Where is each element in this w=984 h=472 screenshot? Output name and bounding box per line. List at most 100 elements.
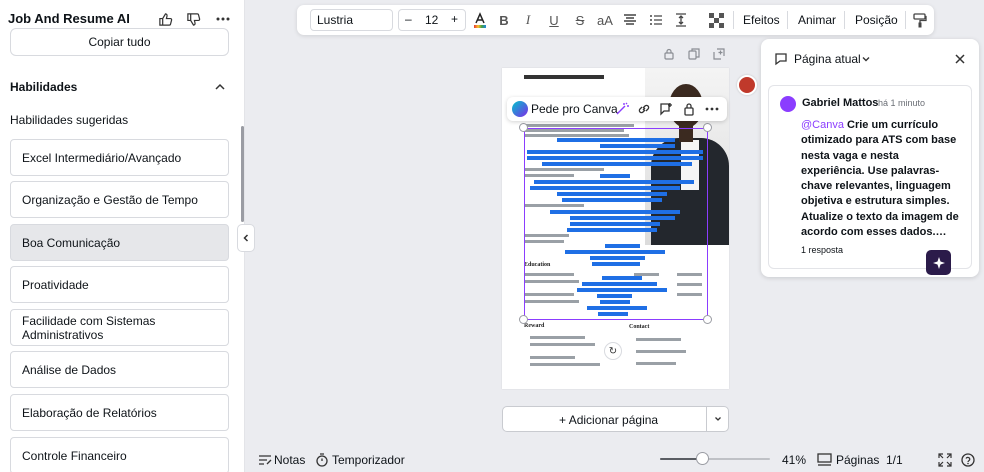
list-icon[interactable] bbox=[647, 11, 665, 29]
italic-icon[interactable]: I bbox=[519, 11, 537, 29]
timer-button[interactable]: Temporizador bbox=[332, 453, 405, 467]
zoom-level[interactable]: 41% bbox=[782, 453, 806, 467]
skill-item[interactable]: Organização e Gestão de Tempo bbox=[10, 181, 229, 218]
thumbs-down-icon[interactable] bbox=[184, 10, 202, 28]
zoom-slider[interactable] bbox=[660, 458, 770, 460]
help-icon[interactable] bbox=[960, 452, 975, 467]
skill-item[interactable]: Elaboração de Relatórios bbox=[10, 394, 229, 431]
position-button[interactable]: Posição bbox=[855, 13, 898, 27]
reward-heading: Reward bbox=[524, 323, 545, 329]
animate-button[interactable]: Animar bbox=[798, 13, 836, 27]
contact-heading: Contact bbox=[629, 324, 650, 330]
magic-ai-button[interactable] bbox=[926, 250, 951, 275]
transparency-icon[interactable] bbox=[707, 11, 725, 29]
notes-button[interactable]: Notas bbox=[274, 453, 305, 467]
element-context-bar: Pede pro Canva bbox=[507, 97, 727, 121]
text-color-icon[interactable] bbox=[471, 11, 489, 29]
text-toolbar: Lustria – 12 + B I U S aA Efeitos Animar… bbox=[297, 5, 934, 35]
text-line bbox=[530, 343, 595, 346]
selection-box[interactable] bbox=[524, 128, 708, 320]
increase-font-size-button[interactable]: + bbox=[451, 12, 458, 26]
magic-wand-icon[interactable] bbox=[614, 101, 630, 117]
close-icon[interactable] bbox=[952, 51, 968, 67]
resize-handle[interactable] bbox=[519, 315, 528, 324]
font-size-input[interactable]: 12 bbox=[425, 13, 438, 27]
comment-author: Gabriel Mattos bbox=[802, 97, 879, 109]
skill-label: Facilidade com Sistemas Administrativos bbox=[22, 313, 156, 342]
effects-button[interactable]: Efeitos bbox=[743, 13, 780, 27]
skill-item[interactable]: Controle Financeiro bbox=[10, 437, 229, 472]
chevron-down-icon[interactable] bbox=[710, 411, 726, 427]
add-page-icon[interactable] bbox=[712, 47, 726, 61]
comment-text: @Canva Crie um currículo otimizado para … bbox=[801, 118, 961, 240]
letter-case-icon[interactable]: aA bbox=[596, 11, 614, 29]
fullscreen-icon[interactable] bbox=[937, 452, 952, 467]
pages-button[interactable]: Páginas bbox=[836, 453, 879, 467]
divider bbox=[905, 11, 906, 29]
bottom-bar: Notas Temporizador 41% Páginas 1/1 bbox=[246, 446, 984, 472]
lock-element-icon[interactable] bbox=[681, 101, 697, 117]
pages-icon[interactable] bbox=[817, 452, 832, 467]
rotate-handle[interactable]: ↻ bbox=[604, 342, 622, 360]
skill-label: Proatividade bbox=[22, 277, 89, 292]
add-page-button[interactable]: + Adicionar página bbox=[502, 406, 729, 432]
timer-icon[interactable] bbox=[314, 452, 329, 467]
scrollbar[interactable] bbox=[241, 126, 244, 222]
resume-name-line bbox=[524, 75, 604, 79]
canva-ai-icon bbox=[512, 101, 528, 117]
underline-icon[interactable]: U bbox=[545, 11, 563, 29]
skill-label: Elaboração de Relatórios bbox=[22, 405, 157, 420]
replies-link[interactable]: 1 resposta bbox=[801, 245, 843, 255]
more-options-icon[interactable] bbox=[704, 101, 720, 117]
skills-section-title: Habilidades bbox=[10, 80, 78, 94]
app-title: Job And Resume AI bbox=[8, 11, 130, 26]
link-icon[interactable] bbox=[636, 101, 652, 117]
skill-label: Controle Financeiro bbox=[22, 448, 127, 463]
ask-canva-button[interactable]: Pede pro Canva bbox=[531, 102, 618, 116]
skill-item[interactable]: Facilidade com Sistemas Administrativos bbox=[10, 309, 229, 346]
collapse-panel-button[interactable] bbox=[237, 224, 255, 252]
comment-panel: Página atual Gabriel Mattos há 1 minuto … bbox=[761, 39, 979, 277]
divider bbox=[706, 407, 707, 431]
chevron-up-icon[interactable] bbox=[212, 79, 228, 95]
comment-card[interactable]: Gabriel Mattos há 1 minuto @Canva Crie u… bbox=[768, 85, 972, 269]
chevron-down-icon[interactable] bbox=[858, 51, 874, 67]
align-center-icon[interactable] bbox=[621, 11, 639, 29]
page-counter: 1/1 bbox=[886, 453, 903, 467]
font-size-stepper: – 12 + bbox=[398, 9, 466, 31]
resize-handle[interactable] bbox=[519, 123, 528, 132]
sparkle-icon bbox=[932, 256, 945, 269]
duplicate-icon[interactable] bbox=[687, 47, 701, 61]
spacing-icon[interactable] bbox=[672, 11, 690, 29]
skill-item[interactable]: Análise de Dados bbox=[10, 351, 229, 388]
collaborator-avatar[interactable] bbox=[737, 75, 757, 95]
lock-icon[interactable] bbox=[662, 47, 676, 61]
skill-item-selected[interactable]: Boa Comunicação bbox=[10, 224, 229, 261]
skill-label: Excel Intermediário/Avançado bbox=[22, 150, 182, 165]
font-family-select[interactable]: Lustria bbox=[310, 9, 393, 31]
skill-item[interactable]: Excel Intermediário/Avançado bbox=[10, 139, 229, 176]
plus-icon: + bbox=[559, 413, 567, 427]
comment-icon bbox=[773, 51, 789, 67]
more-options-icon[interactable] bbox=[214, 10, 232, 28]
resize-handle[interactable] bbox=[703, 315, 712, 324]
paint-format-icon[interactable] bbox=[911, 11, 929, 29]
divider bbox=[733, 11, 734, 29]
add-page-label: + Adicionar página bbox=[559, 413, 658, 427]
copy-all-button[interactable]: Copiar tudo bbox=[10, 28, 229, 56]
text-line bbox=[530, 363, 600, 366]
thumbs-up-icon[interactable] bbox=[156, 10, 174, 28]
add-comment-icon[interactable] bbox=[658, 101, 674, 117]
divider bbox=[787, 11, 788, 29]
resize-handle[interactable] bbox=[703, 123, 712, 132]
zoom-slider-thumb[interactable] bbox=[695, 452, 709, 465]
skill-item[interactable]: Proatividade bbox=[10, 266, 229, 303]
text-line bbox=[636, 350, 686, 353]
decrease-font-size-button[interactable]: – bbox=[405, 12, 412, 26]
skill-label: Boa Comunicação bbox=[22, 235, 121, 250]
notes-icon[interactable] bbox=[257, 452, 272, 467]
text-line bbox=[524, 124, 634, 127]
mention-link[interactable]: @Canva bbox=[801, 119, 844, 131]
strikethrough-icon[interactable]: S bbox=[571, 11, 589, 29]
bold-icon[interactable]: B bbox=[495, 11, 513, 29]
